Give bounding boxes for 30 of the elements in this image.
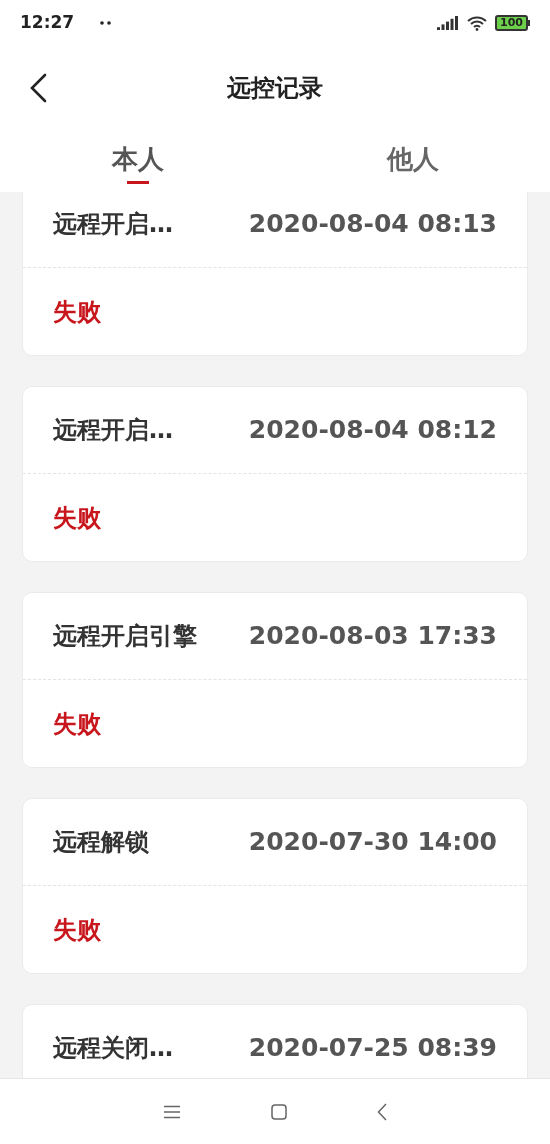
page-title: 远控记录 <box>227 72 323 104</box>
tab[interactable]: 他人 <box>275 130 550 192</box>
record-status: 失败 <box>53 914 101 946</box>
record-name: 远程开启引擎 <box>53 621 197 652</box>
menu-icon[interactable] <box>163 1104 181 1119</box>
record-name: 远程关闭… <box>53 1033 173 1064</box>
record-time: 2020-08-04 08:13 <box>248 208 497 241</box>
record-time: 2020-08-04 08:12 <box>248 414 497 447</box>
record-name: 远程解锁 <box>53 827 149 858</box>
record-card[interactable]: 远程解锁 2020-07-30 14:00 失败 <box>22 798 528 974</box>
record-name: 远程开启… <box>53 209 173 240</box>
home-icon[interactable] <box>271 1103 287 1120</box>
record-name: 远程开启… <box>53 415 173 446</box>
record-time: 2020-07-25 08:39 <box>248 1032 497 1065</box>
notification-dots-icon <box>100 20 113 25</box>
back-icon[interactable] <box>377 1102 387 1121</box>
record-card[interactable]: 远程开启… 2020-08-04 08:12 失败 <box>22 386 528 562</box>
record-card[interactable]: 远程关闭… 2020-07-25 08:39 <box>22 1004 528 1078</box>
record-time: 2020-07-30 14:00 <box>248 826 497 859</box>
record-time: 2020-08-03 17:33 <box>248 620 497 653</box>
signal-icon <box>437 15 460 30</box>
record-status: 失败 <box>53 296 101 328</box>
record-card[interactable]: 远程开启… 2020-08-04 08:13 失败 <box>22 192 528 356</box>
tab[interactable]: 本人 <box>0 130 275 192</box>
battery-indicator: 100 <box>495 14 530 31</box>
record-status: 失败 <box>53 502 101 534</box>
wifi-icon <box>467 14 488 31</box>
status-time: 12:27 <box>20 10 75 34</box>
record-status: 失败 <box>53 708 101 740</box>
record-card[interactable]: 远程开启引擎 2020-08-03 17:33 失败 <box>22 592 528 768</box>
